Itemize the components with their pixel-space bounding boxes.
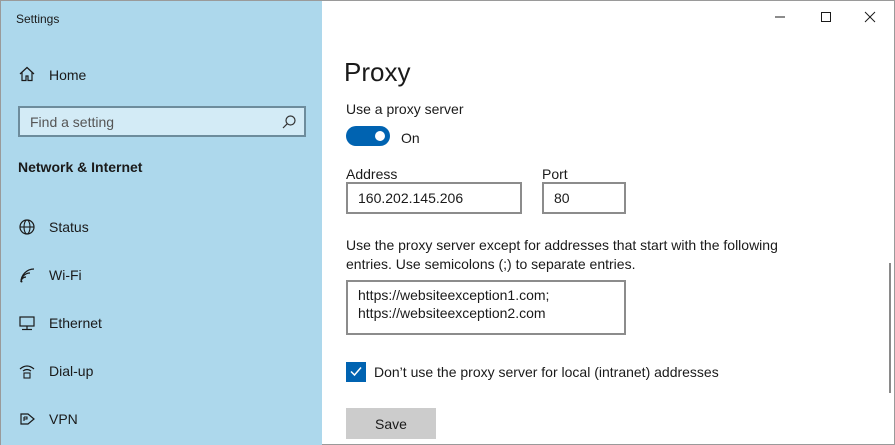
sidebar-item-label: VPN [49,411,78,427]
maximize-button[interactable] [803,1,849,35]
dialup-icon [18,362,36,380]
globe-icon [18,218,36,236]
search-icon[interactable] [281,114,297,130]
sidebar-item-wifi[interactable]: Wi-Fi [18,262,308,288]
local-bypass-checkbox[interactable] [346,362,366,382]
close-icon [864,10,876,26]
toggle-knob [375,131,385,141]
wifi-icon [18,266,36,284]
port-input[interactable] [542,182,626,214]
sidebar-item-dialup[interactable]: Dial-up [18,358,308,384]
sidebar-item-label: Dial-up [49,363,94,379]
settings-window: Settings Home Network & Internet Status [0,0,895,445]
port-label: Port [542,166,568,182]
save-button[interactable]: Save [346,408,436,439]
maximize-icon [820,10,832,26]
sidebar-item-label: Wi-Fi [49,267,82,283]
sidebar-item-home[interactable]: Home [18,63,308,87]
sidebar-item-vpn[interactable]: VPN [18,406,308,432]
toggle-state-label: On [401,130,420,146]
scrollbar[interactable] [889,263,891,393]
sidebar: Settings Home Network & Internet Status [1,1,322,445]
vpn-icon [18,410,36,428]
home-icon [18,65,36,86]
exceptions-description: Use the proxy server except for addresse… [346,237,778,272]
address-label: Address [346,166,398,182]
minimize-icon [774,10,786,26]
use-proxy-toggle[interactable] [346,126,390,146]
search-input[interactable] [30,113,270,130]
ethernet-icon [18,314,36,332]
section-title: Network & Internet [18,159,143,175]
address-input[interactable] [346,182,522,214]
sidebar-item-label: Status [49,219,89,235]
sidebar-item-label: Home [49,67,87,83]
close-button[interactable] [847,1,893,35]
sidebar-item-ethernet[interactable]: Ethernet [18,310,308,336]
minimize-button[interactable] [757,1,803,35]
exceptions-input[interactable]: https://websiteexception1.com; https://w… [346,280,626,335]
page-title: Proxy [344,57,411,87]
sidebar-item-label: Ethernet [49,315,102,331]
checkmark-icon [349,364,363,381]
app-title: Settings [16,12,60,26]
search-field[interactable] [18,106,306,137]
local-bypass-label: Don’t use the proxy server for local (in… [374,364,719,380]
sidebar-item-status[interactable]: Status [18,214,308,240]
use-proxy-label: Use a proxy server [346,101,464,117]
